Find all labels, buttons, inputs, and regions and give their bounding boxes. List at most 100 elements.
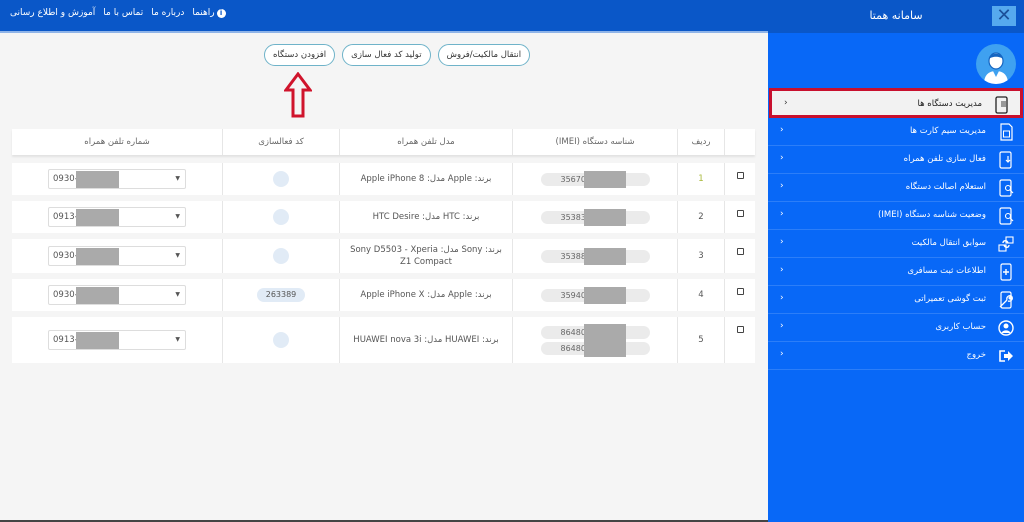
redacted-block xyxy=(76,171,119,188)
caret-down-icon: ▼ xyxy=(175,175,180,182)
phone-select[interactable]: 0930- ▼ xyxy=(48,169,186,189)
chevron-left-icon: ‹ xyxy=(780,125,784,135)
logout-icon xyxy=(999,350,1013,362)
chevron-left-icon: ‹ xyxy=(780,265,784,275)
sidebar: سامانه همتا ✕ مدیریت دستگاه ها ‹ مدیریت … xyxy=(768,0,1024,522)
phone-plus-icon xyxy=(1000,263,1012,281)
sidebar-header: سامانه همتا ✕ xyxy=(768,0,1024,33)
redacted-block xyxy=(583,323,626,341)
caret-down-icon: ▼ xyxy=(175,252,180,259)
phone-select[interactable]: 0930- ▼ xyxy=(48,285,186,305)
nav-contact[interactable]: تماس با ما xyxy=(103,8,143,18)
sidebar-item-authenticity-check[interactable]: استعلام اصالت دستگاه ‹ xyxy=(768,174,1024,202)
imei-cell: 353833 xyxy=(512,201,677,233)
row-checkbox[interactable] xyxy=(736,210,744,217)
redacted-block xyxy=(583,339,626,357)
sidebar-item-sim-cards[interactable]: مدیریت سیم کارت ها ‹ xyxy=(768,118,1024,146)
code-cell xyxy=(222,201,339,233)
app-window: iراهنما درباره ما تماس با ما آموزش و اطل… xyxy=(0,0,1024,522)
row-index: 2 xyxy=(677,201,724,233)
phone-cell: 0913- ▼ xyxy=(12,317,222,363)
up-arrow-annotation-icon xyxy=(284,72,312,118)
nav-help[interactable]: iراهنما xyxy=(192,8,226,18)
phone-select[interactable]: 0913- ▼ xyxy=(48,207,186,227)
chevron-left-icon: ‹ xyxy=(780,321,784,331)
sidebar-item-logout[interactable]: خروج ‹ xyxy=(768,342,1024,370)
app-title: سامانه همتا xyxy=(869,9,923,22)
user-avatar-icon xyxy=(984,52,1008,84)
code-cell xyxy=(222,163,339,195)
top-bar: iراهنما درباره ما تماس با ما آموزش و اطل… xyxy=(0,0,768,33)
row-checkbox[interactable] xyxy=(736,326,744,333)
sidebar-item-traveler-registration[interactable]: اطلاعات ثبت مسافری ‹ xyxy=(768,258,1024,286)
nav-education[interactable]: آموزش و اطلاع رسانی xyxy=(10,8,95,18)
info-icon: i xyxy=(216,9,226,18)
sidebar-menu: مدیریت دستگاه ها ‹ مدیریت سیم کارت ها ‹ … xyxy=(768,88,1024,370)
devices-table: ردیف شناسه دستگاه (IMEI) مدل تلفن همراه … xyxy=(12,129,755,369)
sidebar-item-imei-status[interactable]: وضعیت شناسه دستگاه (IMEI) ‹ xyxy=(768,202,1024,230)
activation-code-empty xyxy=(273,171,289,187)
sidebar-item-user-account[interactable]: حساب کاربری ‹ xyxy=(768,314,1024,342)
header-code: کد فعالسازی xyxy=(222,129,339,155)
header-phone: شماره تلفن همراه xyxy=(84,137,150,147)
row-select xyxy=(724,201,755,233)
model-cell: برند: Apple مدل: Apple iPhone X xyxy=(339,279,512,311)
redacted-block xyxy=(76,248,119,265)
chevron-left-icon: ‹ xyxy=(780,209,784,219)
sidebar-item-repair-registration[interactable]: ثبت گوشی تعمیراتی ‹ xyxy=(768,286,1024,314)
header-select xyxy=(724,129,755,155)
row-checkbox[interactable] xyxy=(736,172,744,179)
redacted-block xyxy=(583,170,626,188)
row-index: 4 xyxy=(677,279,724,311)
imei-value: 864800 xyxy=(540,323,650,341)
table-row: 5 864800 864800 برند: HUAWEI مدل: HUAWEI… xyxy=(12,317,755,363)
imei-cell: 356707 xyxy=(512,163,677,195)
close-icon[interactable]: ✕ xyxy=(992,6,1016,26)
model-cell: برند: HTC مدل: HTC Desire xyxy=(339,201,512,233)
code-cell: 263389 xyxy=(222,279,339,311)
table-header: ردیف شناسه دستگاه (IMEI) مدل تلفن همراه … xyxy=(12,129,755,155)
redacted-block xyxy=(583,286,626,304)
chevron-left-icon: ‹ xyxy=(780,181,784,191)
activation-code: 263389 xyxy=(256,288,306,302)
chevron-left-icon: ‹ xyxy=(784,98,788,108)
code-cell xyxy=(222,317,339,363)
caret-down-icon: ▼ xyxy=(175,213,180,220)
redacted-block xyxy=(76,332,119,349)
generate-activation-code-button[interactable]: تولید کد فعال سازی xyxy=(342,44,431,66)
sidebar-item-phone-activation[interactable]: فعال سازی تلفن همراه ‹ xyxy=(768,146,1024,174)
row-checkbox[interactable] xyxy=(736,248,744,255)
activation-code-empty xyxy=(273,248,289,264)
transfer-ownership-button[interactable]: انتقال مالکیت/فروش xyxy=(437,44,531,66)
header-index: ردیف xyxy=(677,129,724,155)
chevron-left-icon: ‹ xyxy=(780,153,784,163)
imei-cell: 864800 864800 xyxy=(512,317,677,363)
sidebar-item-device-management[interactable]: مدیریت دستگاه ها ‹ xyxy=(769,88,1023,118)
imei-value: 359405 xyxy=(540,286,650,304)
user-icon xyxy=(998,320,1014,336)
caret-down-icon: ▼ xyxy=(175,291,180,298)
action-bar: افزودن دستگاه تولید کد فعال سازی انتقال … xyxy=(264,44,531,66)
row-index: 3 xyxy=(677,239,724,273)
add-device-button[interactable]: افزودن دستگاه xyxy=(264,44,336,66)
header-imei: شناسه دستگاه (IMEI) xyxy=(512,129,677,155)
row-select xyxy=(724,239,755,273)
avatar[interactable] xyxy=(976,44,1016,84)
model-cell: برند: Apple مدل: Apple iPhone 8 xyxy=(339,163,512,195)
imei-value: 864800 xyxy=(540,339,650,357)
redacted-block xyxy=(76,287,119,304)
code-cell xyxy=(222,239,339,273)
sim-card-icon xyxy=(1000,123,1013,141)
phone-select[interactable]: 0930- ▼ xyxy=(48,246,186,266)
table-row: 1 356707 برند: Apple مدل: Apple iPhone 8… xyxy=(12,163,755,195)
row-select xyxy=(724,279,755,311)
activation-code-empty xyxy=(273,332,289,348)
redacted-block xyxy=(583,247,626,265)
transfer-icon xyxy=(998,236,1014,252)
phone-select[interactable]: 0913- ▼ xyxy=(48,330,186,350)
row-checkbox[interactable] xyxy=(736,288,744,295)
nav-about[interactable]: درباره ما xyxy=(151,8,184,18)
sidebar-item-transfer-history[interactable]: سوابق انتقال مالکیت ‹ xyxy=(768,230,1024,258)
model-cell: برند: Sony مدل: Sony D5503 - Xperia Z1 C… xyxy=(339,239,512,273)
phone-cell: 0913- ▼ xyxy=(12,201,222,233)
